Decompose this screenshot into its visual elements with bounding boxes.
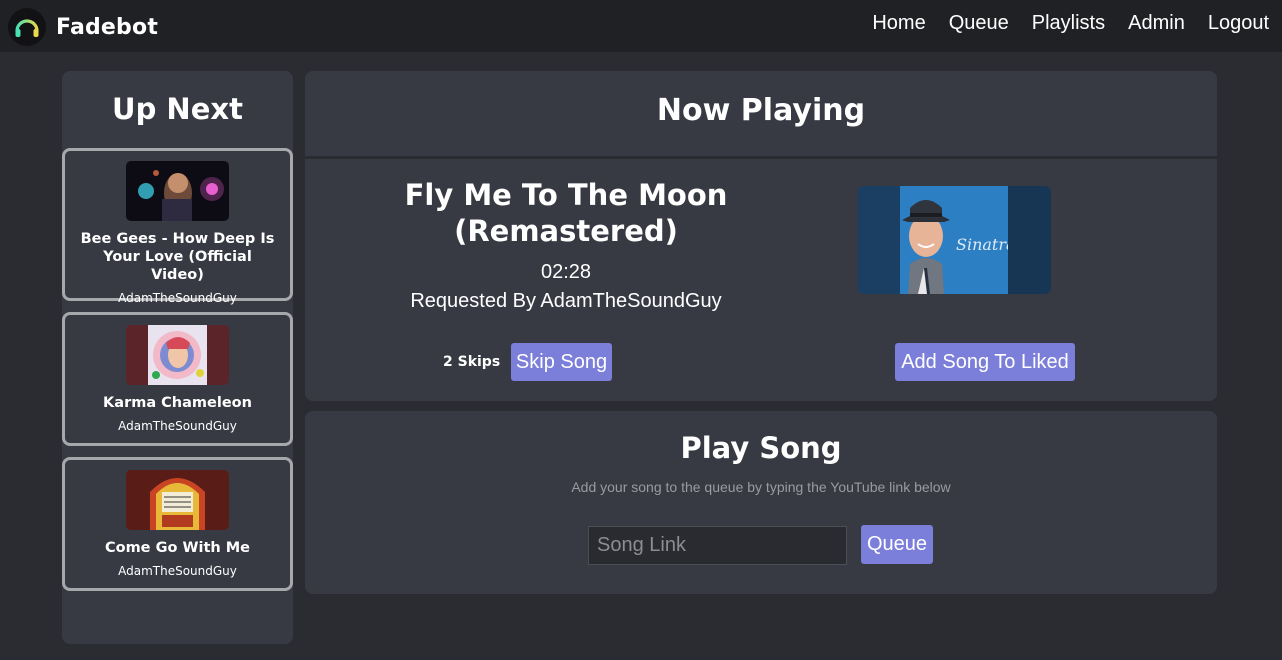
queue-item[interactable]: Karma Chameleon AdamTheSoundGuy bbox=[62, 312, 293, 446]
queue-item[interactable]: Come Go With Me AdamTheSoundGuy bbox=[62, 457, 293, 591]
headphones-icon bbox=[8, 8, 46, 46]
queue-button[interactable]: Queue bbox=[861, 525, 933, 564]
queue-item-title: Karma Chameleon bbox=[103, 395, 252, 411]
up-next-title: Up Next bbox=[112, 92, 243, 126]
now-playing-heading: Now Playing bbox=[656, 93, 866, 128]
play-song-subtitle: Add your song to the queue by typing the… bbox=[571, 479, 951, 495]
play-song-title: Play Song bbox=[680, 431, 842, 465]
album-art: Sinatra bbox=[858, 186, 1051, 294]
navbar: Fadebot Home Queue Playlists Admin Logou… bbox=[0, 0, 1282, 52]
queue-item-user: AdamTheSoundGuy bbox=[118, 564, 237, 578]
divider bbox=[305, 156, 1217, 159]
song-duration: 02:28 bbox=[540, 261, 592, 283]
nav-home[interactable]: Home bbox=[872, 12, 925, 35]
queue-thumbnail bbox=[126, 325, 229, 385]
queue-item-user: AdamTheSoundGuy bbox=[118, 291, 237, 305]
song-link-input[interactable] bbox=[588, 526, 847, 565]
song-title: Fly Me To The Moon (Remastered) bbox=[404, 178, 728, 248]
play-song-panel: Play Song Add your song to the queue by … bbox=[305, 411, 1217, 594]
song-requester: Requested By AdamTheSoundGuy bbox=[410, 290, 722, 312]
queue-item-title: Come Go With Me bbox=[104, 540, 251, 556]
skips-count: 2 Skips bbox=[443, 354, 501, 370]
queue-thumbnail bbox=[126, 470, 229, 530]
now-playing-panel: Now Playing Fly Me To The Moon (Remaster… bbox=[305, 71, 1217, 401]
album-art-title: Sinatra bbox=[956, 235, 1016, 254]
nav-links: Home Queue Playlists Admin Logout bbox=[849, 12, 1269, 35]
queue-thumbnail bbox=[126, 161, 229, 221]
queue-item-user: AdamTheSoundGuy bbox=[118, 419, 237, 433]
brand[interactable]: Fadebot bbox=[8, 8, 158, 46]
nav-playlists[interactable]: Playlists bbox=[1032, 12, 1105, 35]
queue-item[interactable]: Bee Gees - How Deep Is Your Love (Offici… bbox=[62, 148, 293, 305]
nav-logout[interactable]: Logout bbox=[1208, 12, 1269, 35]
nav-queue[interactable]: Queue bbox=[949, 12, 1009, 35]
queue-item-title: Bee Gees - How Deep Is Your Love (Offici… bbox=[80, 231, 275, 283]
skip-song-button[interactable]: Skip Song bbox=[511, 343, 612, 381]
nav-admin[interactable]: Admin bbox=[1128, 12, 1185, 35]
brand-name: Fadebot bbox=[56, 14, 159, 40]
up-next-sidebar: Up Next Bee Gees - How Deep Is Your Love… bbox=[62, 71, 293, 644]
add-to-liked-button[interactable]: Add Song To Liked bbox=[895, 343, 1075, 381]
